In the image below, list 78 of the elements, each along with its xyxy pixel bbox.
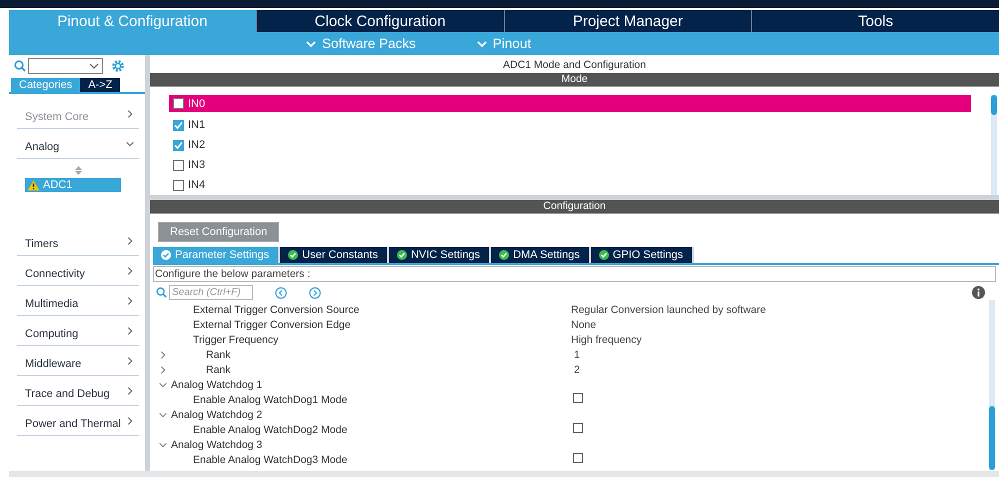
main-tab[interactable]: Project Manager [504,10,752,32]
parameter-label: Enable Analog WatchDog2 Mode [192,424,348,436]
channel-label: IN0 [188,98,206,110]
settings-tab[interactable]: User Constants [280,247,389,263]
group-label: Analog Watchdog 1 [170,378,262,390]
chevron-right-icon[interactable] [158,350,168,360]
parameter-value: High frequency [571,334,642,346]
category-item[interactable]: Middleware [17,347,139,376]
sort-icon[interactable] [74,166,82,175]
parameter-label: External Trigger Conversion Source [192,304,360,316]
chevron-down-icon [125,139,135,149]
parameter-label: Enable Analog WatchDog1 Mode [192,394,348,406]
checkbox[interactable] [573,453,583,463]
check-circle-icon [288,250,298,260]
parameter-label: Rank [205,348,232,360]
settings-tab[interactable]: DMA Settings [491,247,591,263]
channel-label: IN4 [188,179,206,191]
check-circle-icon [161,250,171,260]
hint-text: Configure the below parameters : [153,266,996,282]
parameter-label: Enable Analog WatchDog3 Mode [192,454,348,466]
settings-tab[interactable]: NVIC Settings [388,247,492,263]
main-tab[interactable]: Clock Configuration [256,10,504,32]
category-item[interactable]: Timers [17,227,139,256]
chevron-right-icon [125,236,135,246]
check-circle-icon [499,250,510,260]
category-item[interactable]: Multimedia [17,287,139,316]
chevron-right-icon [125,326,135,336]
parameter-label: Trigger Frequency [192,334,280,346]
checkbox[interactable] [573,393,583,403]
parameter-label: External Trigger Conversion Edge [192,318,352,330]
chevron-right-icon [125,296,135,306]
parameter-value: 2 [574,364,580,376]
parameter-value: 1 [574,348,580,360]
parameter-label: Rank [205,364,232,376]
channel-label: IN1 [188,119,206,131]
category-item[interactable]: Power and Thermal [17,407,139,436]
scrollbar[interactable] [991,95,997,195]
chevron-down-icon [89,62,99,70]
checkbox[interactable] [173,140,184,150]
settings-tab[interactable]: GPIO Settings [590,247,694,263]
search-field[interactable]: Search (Ctrl+F) [169,285,253,300]
search-combo-box[interactable] [28,58,103,74]
checkbox[interactable] [173,160,184,170]
info-icon[interactable] [972,286,985,299]
next-icon[interactable] [309,286,321,298]
channel-label: IN3 [188,159,206,171]
scrollbar[interactable] [989,300,995,470]
section-header: Mode [150,73,999,87]
category-item[interactable]: Trace and Debug [17,377,139,406]
parameter-value: Regular Conversion launched by software [571,304,766,316]
panel-title: ADC1 Mode and Configuration [502,58,647,73]
checkbox[interactable] [173,98,184,109]
category-item[interactable]: Analog [17,130,139,159]
chevron-right-icon [125,386,135,396]
checkbox[interactable] [573,423,583,433]
chevron-right-icon [125,356,135,366]
group-label: Analog Watchdog 3 [170,438,262,450]
search-icon [156,287,167,298]
group-label: Analog Watchdog 2 [170,408,262,420]
settings-icon[interactable] [111,59,125,73]
check-circle-icon [396,250,407,260]
view-tab[interactable]: A->Z [80,78,120,92]
category-item[interactable]: Connectivity [17,257,139,286]
channel-label: IN2 [188,139,206,151]
chevron-right-icon [125,416,135,426]
parameter-value: None [571,318,596,330]
category-item[interactable]: Computing [17,317,139,346]
chevron-right-icon[interactable] [158,364,168,374]
chevron-right-icon [125,266,135,276]
main-tab[interactable]: Tools [751,10,999,32]
checkbox[interactable] [173,180,184,190]
previous-icon[interactable] [275,286,287,298]
checkbox[interactable] [173,120,184,130]
chevron-right-icon [125,109,135,119]
search-icon [14,60,26,72]
highlighted-row[interactable]: IN0 [169,95,971,112]
section-header: Configuration [150,200,999,214]
check-circle-icon [598,250,609,260]
